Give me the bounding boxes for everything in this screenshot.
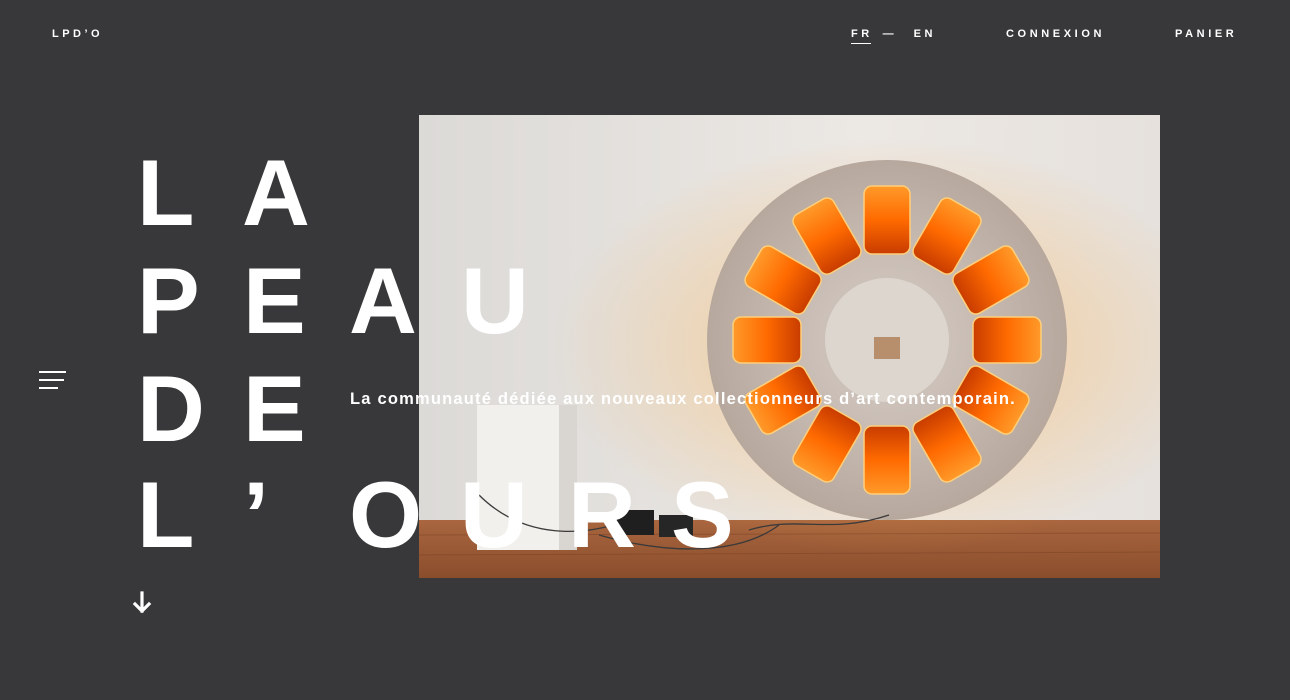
title-letter: A: [349, 248, 417, 353]
title-letter: R: [568, 462, 636, 567]
menu-icon[interactable]: [39, 371, 67, 395]
lang-separator: —: [882, 28, 894, 40]
lang-en-link[interactable]: EN: [914, 28, 936, 40]
title-letter: E: [243, 248, 306, 353]
title-letter: ’: [243, 462, 270, 567]
hero-tagline: La communauté dédiée aux nouveaux collec…: [350, 390, 1016, 408]
site-logo[interactable]: LPD’O: [52, 28, 103, 40]
title-letter: S: [671, 462, 734, 567]
login-link[interactable]: CONNEXION: [1006, 28, 1105, 40]
title-letter: P: [137, 248, 200, 353]
artwork-photo: [419, 115, 1160, 578]
title-letter: O: [349, 462, 423, 567]
arrow-down-icon[interactable]: [132, 591, 152, 615]
title-letter: U: [461, 248, 529, 353]
title-letter: D: [137, 356, 205, 461]
cart-link[interactable]: PANIER: [1175, 28, 1237, 40]
title-letter: A: [242, 140, 310, 245]
title-letter: L: [137, 462, 195, 567]
title-letter: E: [243, 356, 306, 461]
title-letter: U: [460, 462, 528, 567]
language-switcher: FR — EN: [851, 28, 936, 44]
title-letter: L: [137, 140, 195, 245]
lang-fr-link[interactable]: FR: [851, 28, 873, 44]
